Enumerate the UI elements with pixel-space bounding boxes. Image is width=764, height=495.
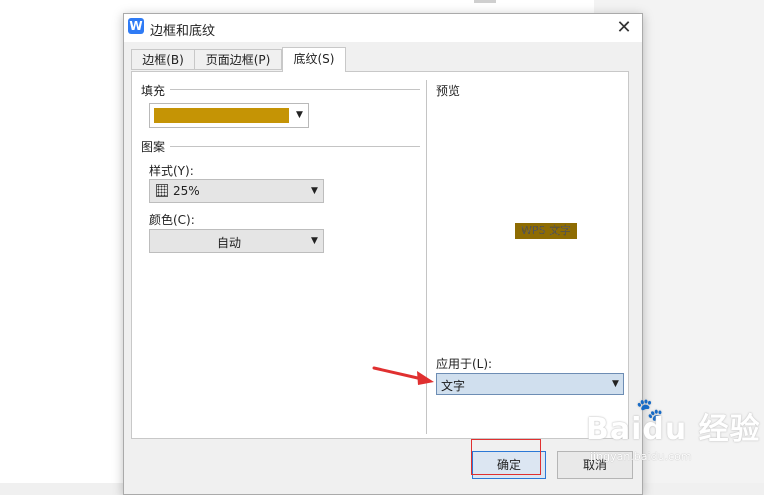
annotation-highlight-box: [471, 439, 541, 475]
baidu-watermark: 🐾 Baidu 经验 jingyan.baidu.com: [586, 398, 762, 464]
pattern-style-dropdown[interactable]: 25% ▼: [149, 179, 324, 203]
fill-group-label: 填充: [141, 84, 166, 98]
pattern-divider: [170, 146, 420, 147]
chevron-down-icon: ▼: [311, 186, 318, 196]
tab-page-border[interactable]: 页面边框(P): [194, 49, 282, 70]
apply-to-value: 文字: [441, 379, 466, 393]
pattern-style-value: 25%: [173, 184, 200, 198]
pattern-color-dropdown[interactable]: 自动 ▼: [149, 229, 324, 253]
tab-borders[interactable]: 边框(B): [131, 49, 195, 70]
watermark-brand: Baidu 经验: [586, 412, 761, 447]
chevron-down-icon: ▼: [311, 236, 318, 246]
wps-app-icon: W: [128, 18, 144, 34]
fill-color-swatch: [154, 108, 289, 123]
tab-shading[interactable]: 底纹(S): [282, 47, 346, 72]
annotation-arrow-icon: [372, 366, 434, 385]
dialog-title: 边框和底纹: [150, 24, 216, 39]
preview-label: 预览: [436, 84, 461, 98]
apply-to-label: 应用于(L):: [436, 357, 493, 371]
pattern-group-label: 图案: [141, 140, 166, 154]
chevron-down-icon: ▼: [296, 110, 303, 120]
pattern-dots-icon: [156, 184, 168, 197]
fill-color-dropdown[interactable]: ▼: [149, 103, 309, 128]
close-icon[interactable]: ✕: [612, 16, 636, 40]
fill-divider: [170, 89, 420, 90]
style-label: 样式(Y):: [149, 164, 194, 178]
borders-and-shading-dialog: W 边框和底纹 ✕ 边框(B) 页面边框(P) 底纹(S) 填充 ▼ 图案 样式…: [123, 13, 643, 495]
preview-sample-text: WPS 文字: [515, 223, 577, 239]
document-edge: [474, 0, 496, 3]
chevron-down-icon: ▼: [612, 379, 619, 389]
apply-to-dropdown[interactable]: 文字 ▼: [436, 373, 624, 395]
pattern-color-value: 自动: [216, 236, 241, 250]
watermark-url: jingyan.baidu.com: [590, 450, 692, 463]
color-label: 颜色(C):: [149, 213, 195, 227]
title-bar[interactable]: W 边框和底纹 ✕: [124, 14, 642, 42]
